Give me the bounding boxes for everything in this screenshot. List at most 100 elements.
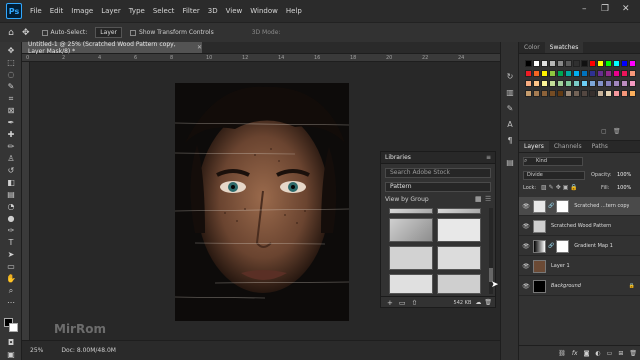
move-tool-icon[interactable]: ✥ [22,28,30,38]
history-icon[interactable]: ↻ [505,72,515,82]
color-swatch[interactable] [613,70,620,77]
menu-image[interactable]: Image [71,7,93,15]
color-swatch[interactable] [581,90,588,97]
frame-tool-icon[interactable]: ⊠ [5,106,17,116]
menu-type[interactable]: Type [129,7,145,15]
new-swatch-icon[interactable]: ▢ [601,128,607,135]
view-by-group-dropdown[interactable]: View by Group [385,196,429,203]
color-swatch[interactable] [581,70,588,77]
tab-channels[interactable]: Channels [549,143,587,152]
color-swatch[interactable] [581,60,588,67]
color-swatch[interactable] [557,90,564,97]
color-swatch[interactable] [597,90,604,97]
auto-select-target-dropdown[interactable]: Layer [95,27,123,38]
tab-swatches[interactable]: Swatches [544,42,584,53]
color-swatch[interactable] [573,90,580,97]
color-swatch[interactable] [621,90,628,97]
layer-thumbnail[interactable] [533,279,546,293]
color-swatch[interactable] [565,60,572,67]
color-swatch[interactable] [525,90,532,97]
screen-mode-icon[interactable]: ▣ [5,350,17,360]
color-swatch[interactable] [597,70,604,77]
brush-settings-icon[interactable]: ✎ [505,104,515,114]
color-swatch[interactable] [613,60,620,67]
filter-kind-dropdown[interactable]: Kind [523,157,583,166]
more-tools-icon[interactable]: ⋯ [5,298,17,308]
tab-paths[interactable]: Paths [587,143,613,152]
color-swatch[interactable] [533,60,540,67]
character-icon[interactable]: A [505,120,515,130]
color-swatch[interactable] [605,80,612,87]
eraser-tool-icon[interactable]: ◧ [5,178,17,188]
color-swatch[interactable] [605,70,612,77]
new-layer-icon[interactable]: ⊞ [618,350,623,357]
maximize-button[interactable]: ❐ [601,4,609,14]
layer-row[interactable]: 👁 Scratched Wood Pattern [519,217,640,236]
color-swatch[interactable] [525,60,532,67]
document-tab[interactable]: Untitled-1 @ 25% (Scratched Wood Pattern… [22,41,202,55]
color-swatch[interactable] [573,70,580,77]
quick-select-tool-icon[interactable]: ✎ [5,82,17,92]
paragraph-icon[interactable]: ¶ [505,136,515,146]
opacity-value[interactable]: 100% [617,172,631,178]
pattern-thumbnail[interactable] [389,208,433,214]
folder-icon[interactable]: ▭ [607,350,613,357]
home-icon[interactable]: ⌂ [0,28,22,38]
color-swatch[interactable] [549,70,556,77]
path-selection-tool-icon[interactable]: ➤ [5,250,17,260]
fx-icon[interactable]: fx [572,350,578,357]
document-canvas-image[interactable] [175,83,349,321]
color-swatch[interactable] [621,60,628,67]
blend-mode-dropdown[interactable]: Divide [523,171,585,180]
visibility-eye-icon[interactable]: 👁 [519,243,533,250]
trash-icon[interactable]: 🗑 [484,299,492,306]
auto-select-checkbox[interactable]: Auto-Select: [41,29,87,36]
color-swatch[interactable] [597,80,604,87]
menu-window[interactable]: Window [250,7,278,15]
menu-select[interactable]: Select [153,7,175,15]
pen-tool-icon[interactable]: ✑ [5,226,17,236]
link-icon[interactable]: ⛓ [558,350,566,357]
trash-icon[interactable]: 🗑 [629,350,637,357]
layer-mask-thumbnail[interactable] [556,199,570,213]
color-swatch[interactable] [589,70,596,77]
color-swatch[interactable] [541,80,548,87]
layer-thumbnail[interactable] [533,259,546,273]
color-swatch[interactable] [621,70,628,77]
menu-layer[interactable]: Layer [101,7,121,15]
color-swatch[interactable] [525,70,532,77]
panel-menu-icon[interactable]: ≡ [486,154,491,161]
visibility-eye-icon[interactable]: 👁 [519,263,533,270]
color-swatch[interactable] [573,60,580,67]
menu-3d[interactable]: 3D [208,7,218,15]
menu-filter[interactable]: Filter [182,7,199,15]
zoom-tool-icon[interactable]: ⌕ [5,286,17,296]
color-swatch[interactable] [557,70,564,77]
layer-row[interactable]: 👁 🔗 Scratched ...tern copy [519,197,640,216]
pattern-thumbnail[interactable] [437,246,481,270]
color-swatch[interactable] [605,90,612,97]
delete-swatch-icon[interactable]: 🗑 [613,128,621,135]
adjustment-icon[interactable]: ◐ [595,350,600,357]
move-tool-icon[interactable]: ✥ [5,46,17,56]
color-swatch[interactable] [589,90,596,97]
layer-row[interactable]: 👁 Background 🔒 [519,277,640,296]
marquee-tool-icon[interactable]: ⬚ [5,58,17,68]
zoom-level[interactable]: 25% [30,347,43,354]
layer-name[interactable]: Gradient Map 1 [574,243,613,249]
color-swatch[interactable] [525,80,532,87]
pattern-thumbnail[interactable] [437,274,481,294]
grid-view-icon[interactable]: ▦ [475,195,482,203]
pattern-thumbnail[interactable] [437,218,481,242]
color-swatch[interactable] [581,80,588,87]
show-transform-checkbox[interactable]: Show Transform Controls [130,29,214,36]
adjustment-layer-thumbnail[interactable] [533,239,546,253]
color-swatch[interactable] [549,60,556,67]
color-swatch[interactable] [549,90,556,97]
layer-row[interactable]: 👁 Layer 1 [519,257,640,276]
color-swatch[interactable] [557,60,564,67]
color-swatch[interactable] [533,90,540,97]
color-swatch[interactable] [589,60,596,67]
color-swatch[interactable] [565,70,572,77]
visibility-eye-icon[interactable]: 👁 [519,283,533,290]
